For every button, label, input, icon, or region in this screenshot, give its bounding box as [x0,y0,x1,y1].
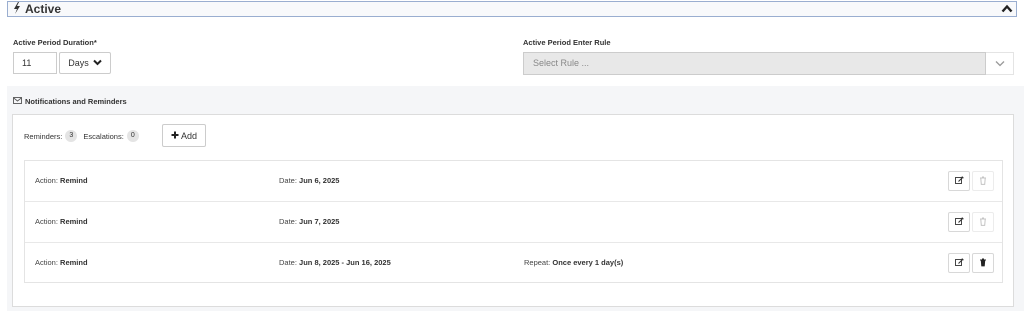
duration-unit-label: Days [68,58,89,68]
action-cell: Action: Remind [35,258,88,267]
section-title: Active [25,2,62,16]
notification-list: Action: Remind Date: Jun 6, 2025 Action:… [24,160,1003,283]
date-value: Jun 7, 2025 [299,217,340,226]
bolt-icon [10,2,24,16]
reminders-label: Reminders: [24,131,63,141]
enter-rule-label: Active Period Enter Rule [523,38,611,47]
add-notification-button[interactable]: Add [162,124,206,147]
action-value: Remind [60,217,88,226]
delete-button[interactable] [972,212,994,232]
list-item: Action: Remind Date: Jun 7, 2025 [25,202,1002,243]
add-label: Add [180,130,197,141]
escalations-count-badge: 0 [126,130,139,142]
date-cell: Date: Jun 8, 2025 - Jun 16, 2025 [279,258,391,267]
edit-button[interactable] [948,253,970,273]
date-value: Jun 8, 2025 - Jun 16, 2025 [299,258,391,267]
edit-icon [954,257,964,269]
date-value: Jun 6, 2025 [299,176,340,185]
duration-unit-dropdown[interactable]: Days [59,52,111,74]
action-value: Remind [60,176,88,185]
edit-button[interactable] [948,171,970,191]
action-cell: Action: Remind [35,176,88,185]
notifications-title: Notifications and Reminders [13,97,127,106]
delete-button[interactable] [972,171,994,191]
enter-rule-select[interactable]: Select Rule ... [523,52,986,75]
list-item: Action: Remind Date: Jun 6, 2025 [25,161,1002,202]
edit-icon [954,175,964,187]
trash-icon [979,176,987,187]
envelope-icon [13,97,22,106]
duration-label: Active Period Duration* [13,38,97,47]
repeat-value: Once every 1 day(s) [552,258,624,267]
edit-button[interactable] [948,212,970,232]
date-cell: Date: Jun 7, 2025 [279,217,340,226]
plus-icon [171,131,179,141]
reminders-count-badge: 3 [65,130,78,142]
delete-button[interactable] [972,253,994,273]
escalations-label: Escalations: [83,131,124,141]
chevron-down-icon[interactable] [986,52,1014,75]
chevron-down-icon [93,58,102,68]
trash-icon [979,258,987,269]
list-item: Action: Remind Date: Jun 8, 2025 - Jun 1… [25,243,1002,284]
edit-icon [954,216,964,228]
date-cell: Date: Jun 6, 2025 [279,176,340,185]
duration-input[interactable]: 11 [13,52,57,74]
trash-icon [979,217,987,228]
section-header[interactable]: Active [7,1,1017,17]
action-value: Remind [60,258,88,267]
chevron-up-icon[interactable] [1001,3,1013,15]
notification-counts: Reminders: 3 Escalations: 0 [24,130,145,142]
repeat-cell: Repeat: Once every 1 day(s) [524,258,624,267]
action-cell: Action: Remind [35,217,88,226]
